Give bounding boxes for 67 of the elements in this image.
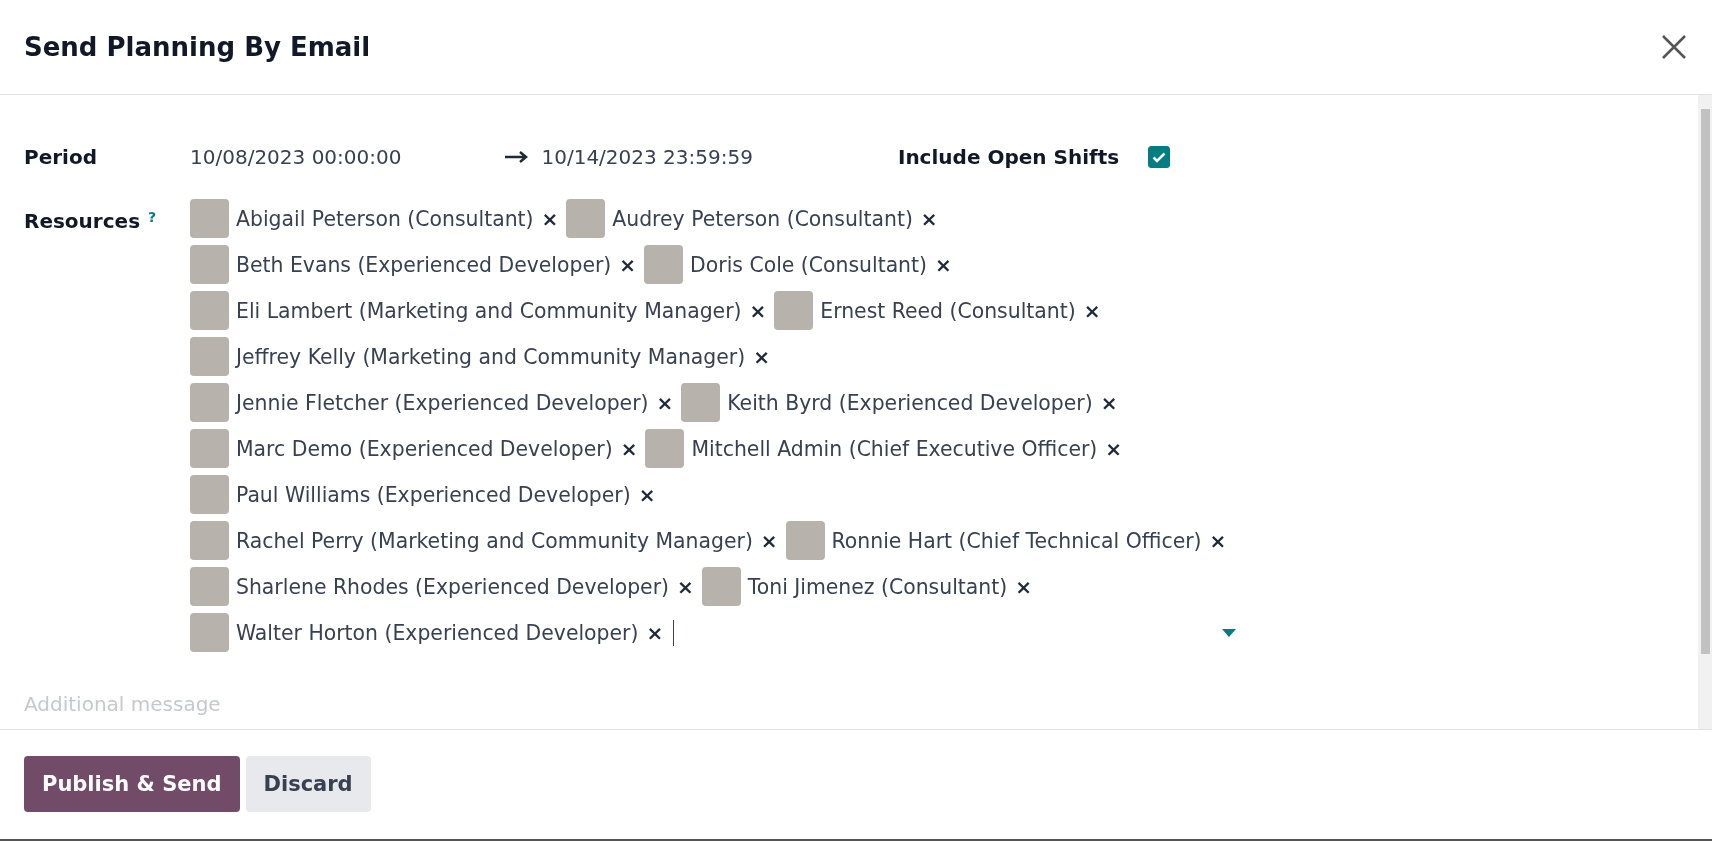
- open-shifts-label: Include Open Shifts: [897, 145, 1120, 169]
- resources-label: Resources: [24, 209, 141, 233]
- resource-tag: Mitchell Admin (Chief Executive Officer): [691, 436, 1098, 461]
- avatar-placeholder: [190, 429, 229, 468]
- remove-tag-button[interactable]: ×: [912, 206, 938, 231]
- avatar-placeholder: [701, 567, 741, 606]
- resource-tag: Sharlene Rhodes (Experienced Developer): [236, 574, 669, 599]
- resource-tag: Marc Demo (Experienced Developer): [236, 436, 613, 461]
- discard-button[interactable]: Discard: [245, 756, 371, 812]
- dropdown-caret-icon[interactable]: [1222, 628, 1236, 637]
- publish-send-button[interactable]: Publish & Send: [24, 756, 240, 812]
- resource-tag: Jeffrey Kelly (Marketing and Community Manager): [236, 344, 746, 369]
- avatar-placeholder: [190, 567, 229, 606]
- resource-tag: Eli Lambert (Marketing and Community Manager): [236, 298, 742, 323]
- resource-tag: Abigail Peterson (Consultant): [236, 206, 534, 231]
- avatar-placeholder: [190, 291, 229, 330]
- avatar-placeholder: [190, 475, 229, 514]
- remove-tag-button[interactable]: ×: [1075, 298, 1101, 323]
- end-date-field[interactable]: 10/14/2023 23:59:59: [541, 145, 753, 169]
- avatar-placeholder: [190, 383, 229, 422]
- remove-tag-button[interactable]: ×: [612, 436, 638, 461]
- remove-tag-button[interactable]: ×: [669, 574, 694, 599]
- avatar-placeholder: [190, 521, 229, 560]
- remove-tag-button[interactable]: ×: [1097, 436, 1123, 461]
- remove-tag-button[interactable]: ×: [648, 390, 674, 415]
- resource-tag: Toni Jimenez (Consultant): [747, 574, 1008, 599]
- remove-tag-button[interactable]: ×: [1007, 574, 1032, 599]
- remove-tag-button[interactable]: ×: [752, 528, 778, 553]
- resource-tag: Paul Williams (Experienced Developer): [236, 482, 631, 507]
- remove-tag-button[interactable]: ×: [611, 252, 637, 277]
- remove-tag-button[interactable]: ×: [630, 482, 656, 507]
- resource-tag: Walter Horton (Experienced Developer): [236, 620, 639, 645]
- checkmark-icon: [1152, 151, 1167, 163]
- resource-tag: Rachel Perry (Marketing and Community Manager): [236, 528, 753, 553]
- avatar-placeholder: [190, 199, 229, 238]
- remove-tag-button[interactable]: ×: [533, 206, 559, 231]
- avatar-placeholder: [645, 429, 685, 468]
- avatar-placeholder: [190, 245, 229, 284]
- avatar-placeholder: [681, 383, 721, 422]
- resource-tag: Beth Evans (Experienced Developer): [236, 252, 612, 277]
- close-button[interactable]: [1660, 33, 1688, 61]
- dialog-title: Send Planning By Email: [24, 32, 371, 62]
- resource-tag: Ernest Reed (Consultant): [820, 298, 1076, 323]
- avatar-placeholder: [774, 291, 814, 330]
- resource-tag: Keith Byrd (Experienced Developer): [727, 390, 1093, 415]
- avatar-placeholder: [566, 199, 606, 238]
- open-shifts-checkbox[interactable]: [1148, 146, 1171, 168]
- remove-tag-button[interactable]: ×: [1092, 390, 1118, 415]
- text-cursor: [673, 619, 675, 646]
- remove-tag-button[interactable]: ×: [927, 252, 952, 277]
- remove-tag-button[interactable]: ×: [741, 298, 767, 323]
- remove-tag-button[interactable]: ×: [638, 620, 664, 645]
- avatar-placeholder: [785, 521, 825, 560]
- remove-tag-button[interactable]: ×: [745, 344, 770, 369]
- help-tooltip[interactable]: ?: [148, 209, 157, 225]
- arrow-right-icon: [505, 150, 530, 164]
- period-label: Period: [24, 145, 98, 169]
- resource-tag: Jennie Fletcher (Experienced Developer): [236, 390, 649, 415]
- remove-tag-button[interactable]: ×: [1201, 528, 1227, 553]
- avatar-placeholder: [190, 337, 229, 376]
- start-date-field[interactable]: 10/08/2023 00:00:00: [190, 145, 402, 169]
- resource-tag: Ronnie Hart (Chief Technical Officer): [831, 528, 1202, 553]
- resource-tag: Doris Cole (Consultant): [690, 252, 927, 277]
- avatar-placeholder: [644, 245, 684, 284]
- scrollbar[interactable]: [1698, 95, 1712, 729]
- avatar-placeholder: [190, 613, 229, 652]
- resource-tag: Audrey Peterson (Consultant): [612, 206, 913, 231]
